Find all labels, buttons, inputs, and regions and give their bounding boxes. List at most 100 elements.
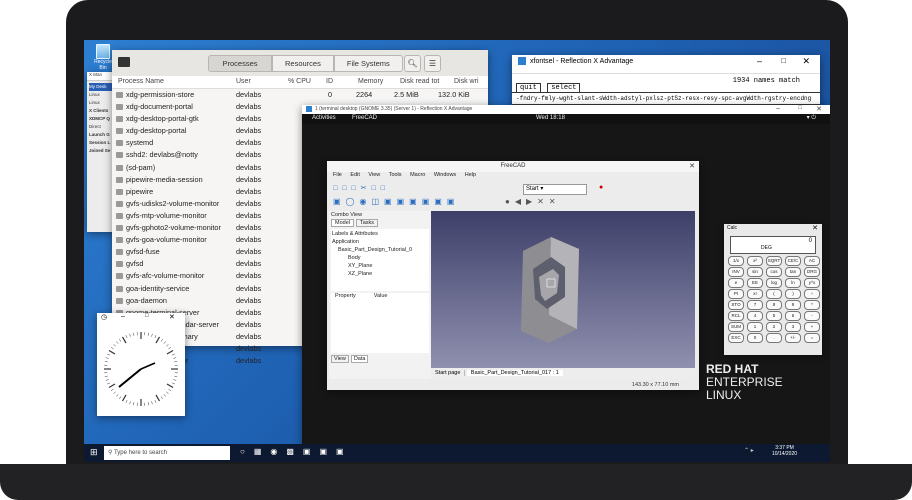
maximize-icon[interactable]: □: [145, 313, 149, 319]
tab-processes[interactable]: Processes: [208, 55, 272, 72]
calculator-key[interactable]: 1: [747, 322, 763, 332]
close-icon[interactable]: ✕: [812, 224, 818, 232]
tab-model[interactable]: Model: [331, 219, 354, 227]
calculator-key[interactable]: EE: [747, 278, 763, 288]
calculator-key[interactable]: 9: [785, 300, 801, 310]
select-button[interactable]: select: [547, 83, 581, 93]
calculator-key[interactable]: *: [804, 300, 820, 310]
x-manager-item[interactable]: My Desk: [89, 83, 113, 91]
calculator-key[interactable]: 8: [766, 300, 782, 310]
search-icon[interactable]: 🔍︎: [404, 55, 421, 72]
calculator-key[interactable]: 5: [766, 311, 782, 321]
column-disk-write[interactable]: Disk wri: [454, 78, 479, 85]
taskbar-clock[interactable]: 3:37 PM 10/14/2020: [772, 445, 797, 457]
x-manager-item[interactable]: Linux: [89, 91, 113, 99]
record-macro-icon[interactable]: ●: [599, 184, 603, 191]
tree-item-xz-plane[interactable]: XZ_Plane: [332, 270, 428, 278]
menu-icon[interactable]: ☰: [424, 55, 441, 72]
menu-edit[interactable]: Edit: [350, 172, 359, 178]
minimize-icon[interactable]: –: [757, 56, 762, 66]
minimize-icon[interactable]: –: [776, 105, 780, 112]
tab-resources[interactable]: Resources: [272, 55, 334, 72]
tray-icons[interactable]: ⌃ ▸: [744, 447, 754, 454]
x-manager-item[interactable]: X Clients: [89, 107, 113, 115]
app-menu[interactable]: FreeCAD: [352, 115, 377, 121]
quit-button[interactable]: quit: [516, 83, 541, 93]
calculator-key[interactable]: SUM: [728, 322, 744, 332]
column-disk-read[interactable]: Disk read tot: [400, 78, 439, 85]
calculator-key[interactable]: (: [766, 289, 782, 299]
system-menu-icon[interactable]: ▾ ⏻: [807, 114, 816, 122]
calculator-key[interactable]: 2: [766, 322, 782, 332]
calculator-key[interactable]: RCL: [728, 311, 744, 321]
tree-item-body[interactable]: Body: [332, 254, 428, 262]
calculator-key[interactable]: x²: [747, 256, 763, 266]
column-cpu[interactable]: % CPU: [288, 78, 311, 85]
close-icon[interactable]: ✕: [169, 313, 175, 321]
menu-windows[interactable]: Windows: [434, 172, 456, 178]
calculator-key[interactable]: y^x: [804, 278, 820, 288]
recycle-bin-shortcut[interactable]: Recycle Bin: [92, 44, 114, 71]
taskbar-search[interactable]: ⚲ Type here to search: [104, 446, 230, 460]
gnome-clock[interactable]: Wed 18:18: [536, 115, 565, 121]
calculator-key[interactable]: STO: [728, 300, 744, 310]
calculator-key[interactable]: CE/C: [785, 256, 801, 266]
tab-start-page[interactable]: Start page: [431, 370, 466, 376]
pinned-apps-icons[interactable]: ○▦◉▩▣▣▣: [240, 447, 353, 456]
3d-viewport[interactable]: Start page Basic_Part_Design_Tutorial_01…: [431, 211, 695, 379]
calculator-key[interactable]: DRG: [804, 267, 820, 277]
tab-data[interactable]: Data: [350, 355, 369, 363]
x-manager-item[interactable]: XDMCP Q: [89, 115, 113, 123]
menu-tools[interactable]: Tools: [389, 172, 402, 178]
calculator-key[interactable]: SQRT: [766, 256, 782, 266]
calculator-key[interactable]: +: [804, 322, 820, 332]
menu-macro[interactable]: Macro: [410, 172, 425, 178]
calculator-key[interactable]: INV: [728, 267, 744, 277]
close-icon[interactable]: ✕: [689, 161, 695, 172]
tab-tasks[interactable]: Tasks: [355, 219, 379, 227]
x-manager-item[interactable]: Joined Se: [89, 147, 113, 155]
calculator-key[interactable]: 0: [747, 333, 763, 343]
calculator-key[interactable]: EXC: [728, 333, 744, 343]
calculator-key[interactable]: ): [785, 289, 801, 299]
calculator-key[interactable]: ÷: [804, 289, 820, 299]
calculator-key[interactable]: x!: [747, 289, 763, 299]
calculator-key[interactable]: 1/x: [728, 256, 744, 266]
calculator-key[interactable]: log: [766, 278, 782, 288]
tree-item-document[interactable]: Basic_Part_Design_Tutorial_0: [332, 246, 428, 254]
navigation-icons[interactable]: ●◀▶✕✕: [505, 197, 561, 206]
calculator-key[interactable]: 6: [785, 311, 801, 321]
tab-file-systems[interactable]: File Systems: [333, 55, 403, 72]
maximize-icon[interactable]: □: [798, 105, 802, 111]
view-toolbar-icons[interactable]: ▣◯◉◫▣▣▣▣▣▣: [333, 197, 459, 206]
activities-button[interactable]: Activities: [312, 115, 336, 121]
calculator-key[interactable]: 3: [785, 322, 801, 332]
calculator-key[interactable]: -: [804, 311, 820, 321]
x-manager-item[interactable]: Launch G: [89, 131, 113, 139]
toolbar-file-icons[interactable]: □□□✂□□: [333, 184, 390, 192]
x-manager-item[interactable]: Linux: [89, 99, 113, 107]
tab-view[interactable]: View: [331, 355, 349, 363]
tree-item-xy-plane[interactable]: XY_Plane: [332, 262, 428, 270]
column-process-name[interactable]: Process Name: [118, 78, 164, 85]
menu-file[interactable]: File: [333, 172, 342, 178]
workbench-selector[interactable]: Start ▾: [523, 184, 587, 195]
calculator-key[interactable]: cos: [766, 267, 782, 277]
tab-document[interactable]: Basic_Part_Design_Tutorial_017 : 1: [466, 370, 563, 376]
column-user[interactable]: User: [236, 78, 251, 85]
column-memory[interactable]: Memory: [358, 78, 383, 85]
calculator-key[interactable]: AC: [804, 256, 820, 266]
calculator-key[interactable]: 4: [747, 311, 763, 321]
calculator-key[interactable]: tan: [785, 267, 801, 277]
column-id[interactable]: ID: [326, 78, 333, 85]
calculator-key[interactable]: +/-: [785, 333, 801, 343]
calculator-key[interactable]: 7: [747, 300, 763, 310]
x-manager-item[interactable]: Direct: [89, 123, 113, 131]
calculator-key[interactable]: =: [804, 333, 820, 343]
process-row[interactable]: xdg-permission-store devlabs 0 2264 2.5 MiB 1…: [112, 89, 488, 101]
close-icon[interactable]: ✕: [802, 56, 810, 67]
menu-help[interactable]: Help: [465, 172, 476, 178]
x-manager-item[interactable]: Session L: [89, 139, 113, 147]
menu-view[interactable]: View: [368, 172, 380, 178]
calculator-key[interactable]: PI: [728, 289, 744, 299]
